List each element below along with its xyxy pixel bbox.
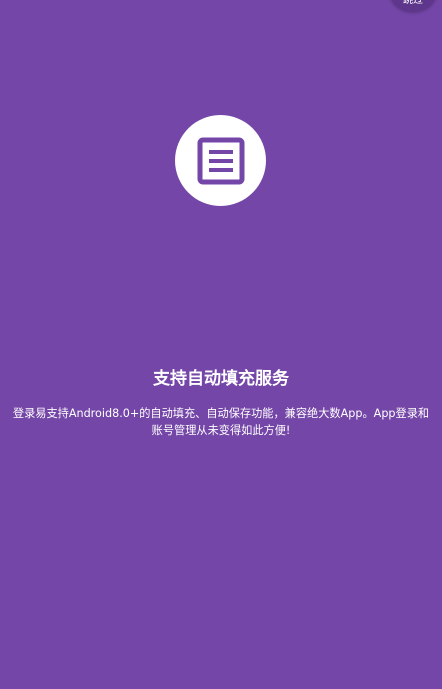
skip-button[interactable]: 跳过	[390, 0, 436, 12]
onboarding-screen: 跳过 支持自动填充服务 登录易支持Android8.0+的自动填充、自动保存功能…	[0, 0, 442, 689]
skip-label: 跳过	[403, 0, 423, 6]
feature-title: 支持自动填充服务	[153, 369, 289, 389]
feature-icon-circle	[175, 115, 266, 206]
feature-description: 登录易支持Android8.0+的自动填充、自动保存功能，兼容绝大数App。Ap…	[12, 407, 430, 437]
document-list-icon	[197, 137, 244, 184]
